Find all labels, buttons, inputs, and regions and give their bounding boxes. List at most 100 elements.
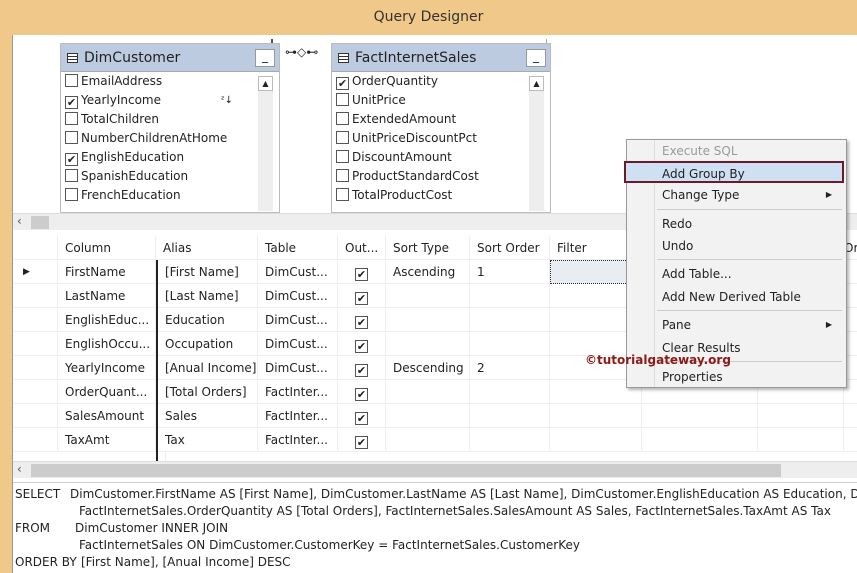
vertical-scrollbar[interactable]: ▲: [258, 76, 273, 211]
cell-output[interactable]: ✔: [338, 308, 386, 332]
row-selector[interactable]: [16, 428, 58, 452]
column-item[interactable]: UnitPriceDiscountPct: [332, 129, 550, 148]
cell-sort-type[interactable]: [386, 284, 470, 308]
vertical-scrollbar[interactable]: ▲: [529, 76, 544, 211]
cell-alias[interactable]: [Last Name]: [156, 284, 258, 308]
cell-table[interactable]: DimCust...: [258, 308, 338, 332]
column-item[interactable]: ✔ YearlyIncome ᶻ↓: [61, 91, 279, 110]
cell-table[interactable]: FactInter...: [258, 380, 338, 404]
cell-column[interactable]: EnglishOccu...: [58, 332, 156, 356]
cell-output[interactable]: ✔: [338, 260, 386, 284]
cell-or[interactable]: [642, 404, 758, 428]
cell-sort-type[interactable]: [386, 332, 470, 356]
cell-output[interactable]: ✔: [338, 356, 386, 380]
output-checkbox[interactable]: ✔: [355, 436, 368, 449]
scroll-left-icon[interactable]: ‹: [17, 462, 22, 476]
column-checkbox[interactable]: [65, 131, 78, 144]
table-row[interactable]: TaxAmt Tax FactInter... ✔: [13, 428, 857, 452]
column-checkbox[interactable]: [336, 112, 349, 125]
column-checkbox[interactable]: [336, 150, 349, 163]
output-checkbox[interactable]: ✔: [355, 340, 368, 353]
column-item[interactable]: ✔ OrderQuantity: [332, 72, 550, 91]
column-header[interactable]: Sort Order: [470, 236, 550, 260]
menu-item-redo[interactable]: Redo: [627, 213, 846, 235]
cell-or[interactable]: [642, 428, 758, 452]
cell-alias[interactable]: Occupation: [156, 332, 258, 356]
grid-hscrollbar[interactable]: ‹: [13, 461, 857, 478]
output-checkbox[interactable]: ✔: [355, 292, 368, 305]
column-header[interactable]: Alias: [156, 236, 258, 260]
table-row[interactable]: SalesAmount Sales FactInter... ✔: [13, 404, 857, 428]
cell-output[interactable]: ✔: [338, 404, 386, 428]
menu-item-add-table[interactable]: Add Table...: [627, 263, 846, 285]
cell-column[interactable]: YearlyIncome: [58, 356, 156, 380]
column-checkbox[interactable]: [336, 188, 349, 201]
cell-output[interactable]: ✔: [338, 380, 386, 404]
menu-item-properties[interactable]: Properties: [627, 366, 846, 388]
cell-sort-type[interactable]: Ascending: [386, 260, 470, 284]
column-item[interactable]: ExtendedAmount: [332, 110, 550, 129]
cell-sort-order[interactable]: [470, 284, 550, 308]
column-header[interactable]: [16, 236, 58, 260]
cell-alias[interactable]: [Anual Income]: [156, 356, 258, 380]
menu-item-execute-sql[interactable]: Execute SQL: [627, 140, 846, 162]
column-header[interactable]: Sort Type: [386, 236, 470, 260]
column-checkbox[interactable]: [65, 188, 78, 201]
cell-column[interactable]: OrderQuant...: [58, 380, 156, 404]
cell-alias[interactable]: [Total Orders]: [156, 380, 258, 404]
cell-sort-type[interactable]: [386, 308, 470, 332]
menu-item-change-type[interactable]: Change Type ▶: [627, 184, 846, 206]
column-header[interactable]: Column: [58, 236, 156, 260]
column-item[interactable]: TotalProductCost: [332, 186, 550, 205]
cell-or[interactable]: [758, 404, 844, 428]
cell-column[interactable]: LastName: [58, 284, 156, 308]
minimize-button[interactable]: _: [526, 49, 546, 67]
scroll-up-icon[interactable]: ▲: [258, 76, 273, 91]
column-checkbox[interactable]: [336, 169, 349, 182]
cell-column[interactable]: EnglishEduc...: [58, 308, 156, 332]
minimize-button[interactable]: _: [255, 49, 275, 67]
row-selector[interactable]: [16, 308, 58, 332]
column-checkbox[interactable]: [65, 169, 78, 182]
scroll-left-icon[interactable]: ‹: [17, 214, 22, 228]
cell-alias[interactable]: Tax: [156, 428, 258, 452]
column-checkbox[interactable]: ✔: [65, 96, 78, 109]
column-checkbox[interactable]: ✔: [336, 77, 349, 90]
cell-sort-order[interactable]: 1: [470, 260, 550, 284]
column-header[interactable]: Table: [258, 236, 338, 260]
cell-column[interactable]: TaxAmt: [58, 428, 156, 452]
column-checkbox[interactable]: [336, 93, 349, 106]
column-item[interactable]: FrenchEducation: [61, 186, 279, 205]
cell-alias[interactable]: [First Name]: [156, 260, 258, 284]
cell-sort-type[interactable]: Descending: [386, 356, 470, 380]
column-header[interactable]: Out...: [338, 236, 386, 260]
row-selector[interactable]: [16, 380, 58, 404]
row-selector[interactable]: [16, 332, 58, 356]
column-item[interactable]: NumberChildrenAtHome: [61, 129, 279, 148]
menu-item-add-new-derived-table[interactable]: Add New Derived Table: [627, 286, 846, 308]
cell-sort-order[interactable]: 2: [470, 356, 550, 380]
cell-output[interactable]: ✔: [338, 284, 386, 308]
cell-column[interactable]: SalesAmount: [58, 404, 156, 428]
column-checkbox[interactable]: ✔: [65, 153, 78, 166]
cell-table[interactable]: FactInter...: [258, 404, 338, 428]
table-dimcustomer[interactable]: DimCustomer _ EmailAddress ✔ YearlyIncome ᶻ↓…: [60, 43, 280, 213]
table-factinternetsales[interactable]: FactInternetSales _ ✔ OrderQuantity UnitPri…: [331, 43, 551, 213]
column-checkbox[interactable]: [65, 112, 78, 125]
column-item[interactable]: EmailAddress: [61, 72, 279, 91]
cell-filter[interactable]: [550, 428, 642, 452]
row-selector[interactable]: [16, 404, 58, 428]
cell-output[interactable]: ✔: [338, 428, 386, 452]
column-item[interactable]: DiscountAmount: [332, 148, 550, 167]
cell-table[interactable]: DimCust...: [258, 332, 338, 356]
menu-item-add-group-by[interactable]: Add Group By: [624, 161, 844, 183]
column-item[interactable]: UnitPrice: [332, 91, 550, 110]
cell-alias[interactable]: Education: [156, 308, 258, 332]
menu-item-undo[interactable]: Undo: [627, 235, 846, 257]
column-item[interactable]: ✔ EnglishEducation: [61, 148, 279, 167]
cell-table[interactable]: FactInter...: [258, 428, 338, 452]
cell-sort-type[interactable]: [386, 404, 470, 428]
cell-sort-order[interactable]: [470, 380, 550, 404]
cell-sort-type[interactable]: [386, 380, 470, 404]
join-icon[interactable]: ⊶◇⊷: [285, 45, 318, 59]
